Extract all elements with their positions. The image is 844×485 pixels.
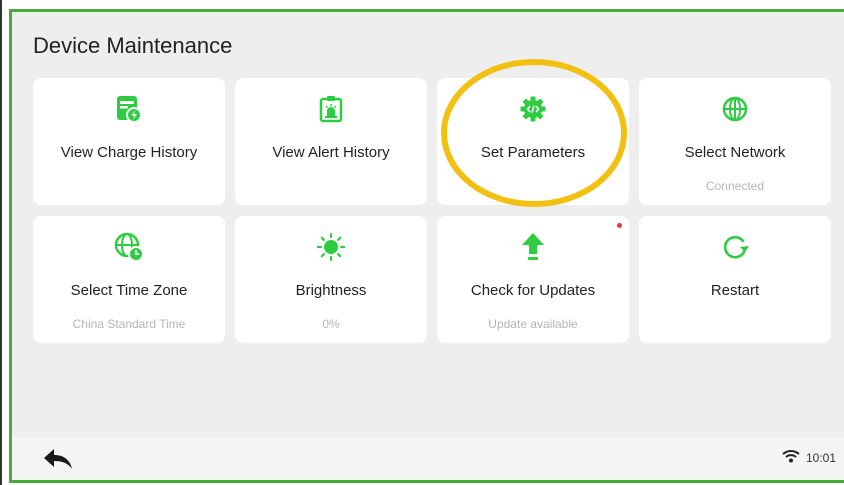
card-view-charge-history[interactable]: View Charge History [33, 78, 225, 205]
card-view-alert-history[interactable]: View Alert History [235, 78, 427, 205]
bottom-navigation-bar: 10:01 [12, 437, 844, 480]
card-brightness[interactable]: Brightness 0% [235, 216, 427, 343]
card-restart[interactable]: Restart [639, 216, 831, 343]
charge-history-icon [33, 94, 225, 124]
upload-arrow-icon [437, 232, 629, 262]
wifi-icon [782, 449, 800, 466]
card-sub: Connected [705, 179, 765, 193]
card-check-for-updates[interactable]: Check for Updates Update available [437, 216, 629, 343]
card-select-network[interactable]: Select Network Connected [639, 78, 831, 205]
sun-brightness-icon [235, 232, 427, 262]
timezone-globe-clock-icon [33, 232, 225, 262]
card-set-parameters[interactable]: Set Parameters [437, 78, 629, 205]
card-label: Set Parameters [480, 144, 586, 161]
update-badge [617, 223, 622, 228]
card-sub: 0% [322, 317, 340, 331]
globe-network-icon [639, 94, 831, 124]
status-area: 10:01 [782, 449, 836, 466]
card-label: Select Network [684, 144, 786, 161]
card-label: Brightness [295, 282, 367, 299]
card-label: Check for Updates [470, 282, 596, 299]
page-title: Device Maintenance [33, 33, 233, 58]
card-label: Select Time Zone [70, 282, 188, 299]
settings-gear-icon [437, 94, 629, 124]
card-sub: Update available [488, 317, 578, 331]
card-sub: China Standard Time [72, 317, 186, 331]
window-edge [0, 0, 2, 485]
alert-history-icon [235, 94, 427, 124]
card-label: View Alert History [272, 144, 390, 161]
back-arrow-icon[interactable] [42, 447, 74, 476]
card-select-time-zone[interactable]: Select Time Zone China Standard Time [33, 216, 225, 343]
status-time: 10:01 [805, 450, 836, 465]
card-label: Restart [710, 282, 760, 299]
card-label: View Charge History [60, 144, 198, 161]
restart-icon [639, 232, 831, 262]
